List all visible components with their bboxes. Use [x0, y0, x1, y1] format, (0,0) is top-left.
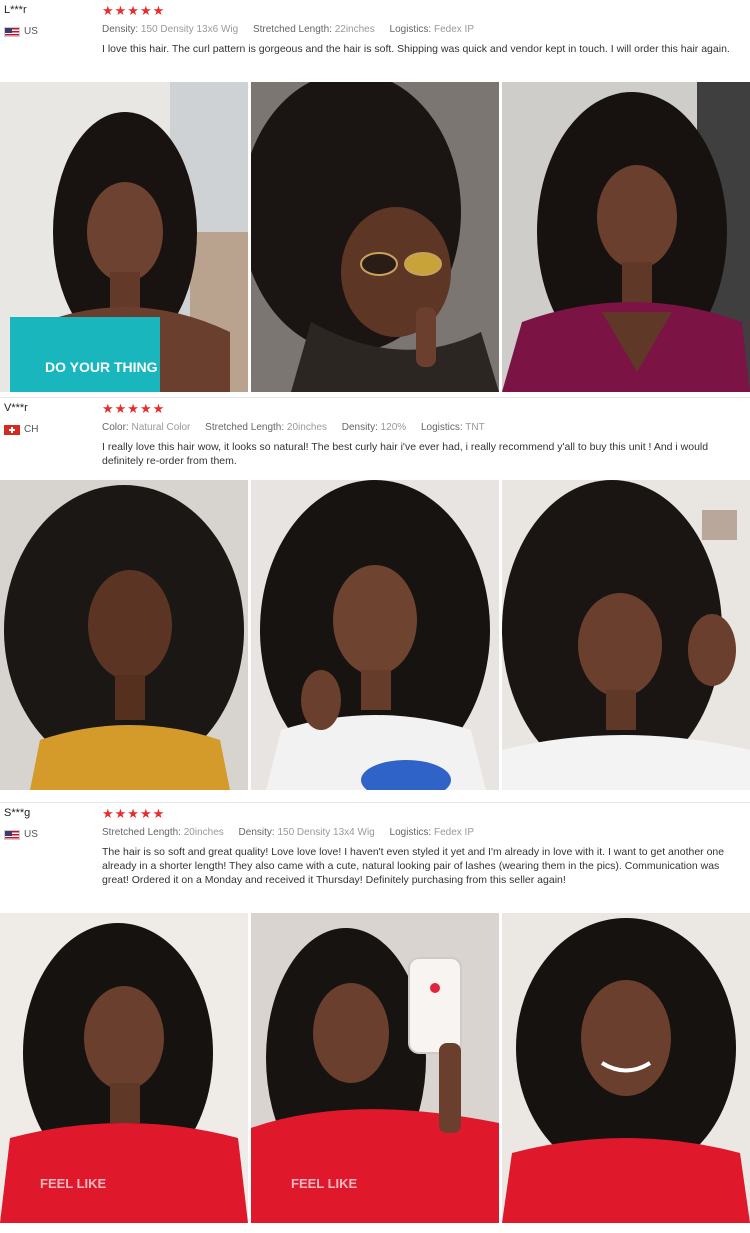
attribute-logistics: Logistics: TNT	[420, 422, 485, 433]
attribute-stretched-length: Stretched Length: 20inches	[102, 827, 224, 838]
review-card: V***r CH ★★★★★ Color: Natural Color Stre…	[0, 398, 750, 803]
product-attributes: Stretched Length: 20inches Density: 150 …	[102, 826, 738, 840]
review-content: ★★★★★ Color: Natural Color Stretched Len…	[102, 402, 738, 468]
review-photo[interactable]: DO YOUR THING	[0, 82, 248, 392]
reviewer-name: S***g	[4, 807, 31, 819]
review-photo[interactable]	[502, 480, 750, 790]
review-text: I really love this hair wow, it looks so…	[102, 441, 709, 467]
shirt-print: DO YOUR THING	[45, 359, 158, 375]
reviewer-country: US	[4, 26, 94, 37]
review-photo[interactable]	[502, 82, 750, 392]
review-photo[interactable]: FEEL LIKE	[0, 913, 248, 1223]
star-rating: ★★★★★	[102, 3, 166, 18]
product-attributes: Density: 150 Density 13x6 Wig Stretched …	[102, 23, 738, 37]
us-flag-icon	[4, 26, 20, 37]
star-rating: ★★★★★	[102, 401, 166, 416]
star-rating: ★★★★★	[102, 806, 166, 821]
country-code: US	[24, 26, 38, 37]
attribute-logistics: Logistics: Fedex IP	[389, 827, 475, 838]
country-code: CH	[24, 424, 39, 435]
review-text: I love this hair. The curl pattern is go…	[102, 43, 730, 55]
review-photo[interactable]	[251, 480, 499, 790]
reviewer-country: CH	[4, 424, 94, 435]
attribute-color: Color: Natural Color	[102, 422, 191, 433]
attribute-density: Density: 120%	[341, 422, 407, 433]
reviewer-info: L***r US	[4, 4, 94, 37]
reviewer-info: V***r CH	[4, 402, 94, 435]
reviewer-info: S***g US	[4, 807, 94, 840]
reviewer-name: L***r	[4, 4, 27, 16]
us-flag-icon	[4, 829, 20, 840]
review-content: ★★★★★ Density: 150 Density 13x6 Wig Stre…	[102, 4, 738, 56]
product-attributes: Color: Natural Color Stretched Length: 2…	[102, 421, 738, 435]
review-card: S***g US ★★★★★ Stretched Length: 20inche…	[0, 803, 750, 1233]
reviewer-name: V***r	[4, 402, 28, 414]
country-code: US	[24, 829, 38, 840]
review-content: ★★★★★ Stretched Length: 20inches Density…	[102, 807, 738, 887]
attribute-stretched-length: Stretched Length: 20inches	[205, 422, 327, 433]
review-photo[interactable]	[502, 913, 750, 1223]
review-text: The hair is so soft and great quality! L…	[102, 846, 725, 886]
review-photo[interactable]	[0, 480, 248, 790]
ch-flag-icon	[4, 424, 20, 435]
review-photos	[0, 480, 750, 790]
review-photos: FEEL LIKE FEEL LIKE	[0, 913, 750, 1223]
review-photos: DO YOUR THING	[0, 82, 750, 392]
review-card: L***r US ★★★★★ Density: 150 Density 13x6…	[0, 0, 750, 398]
attribute-logistics: Logistics: Fedex IP	[389, 24, 475, 35]
shirt-print: FEEL LIKE	[40, 1176, 107, 1191]
reviewer-country: US	[4, 829, 94, 840]
attribute-stretched-length: Stretched Length: 22inches	[252, 24, 375, 35]
review-photo[interactable]: FEEL LIKE	[251, 913, 499, 1223]
review-photo[interactable]	[251, 82, 499, 392]
attribute-density: Density: 150 Density 13x4 Wig	[238, 827, 375, 838]
shirt-print: FEEL LIKE	[291, 1176, 358, 1191]
attribute-density: Density: 150 Density 13x6 Wig	[102, 24, 239, 35]
